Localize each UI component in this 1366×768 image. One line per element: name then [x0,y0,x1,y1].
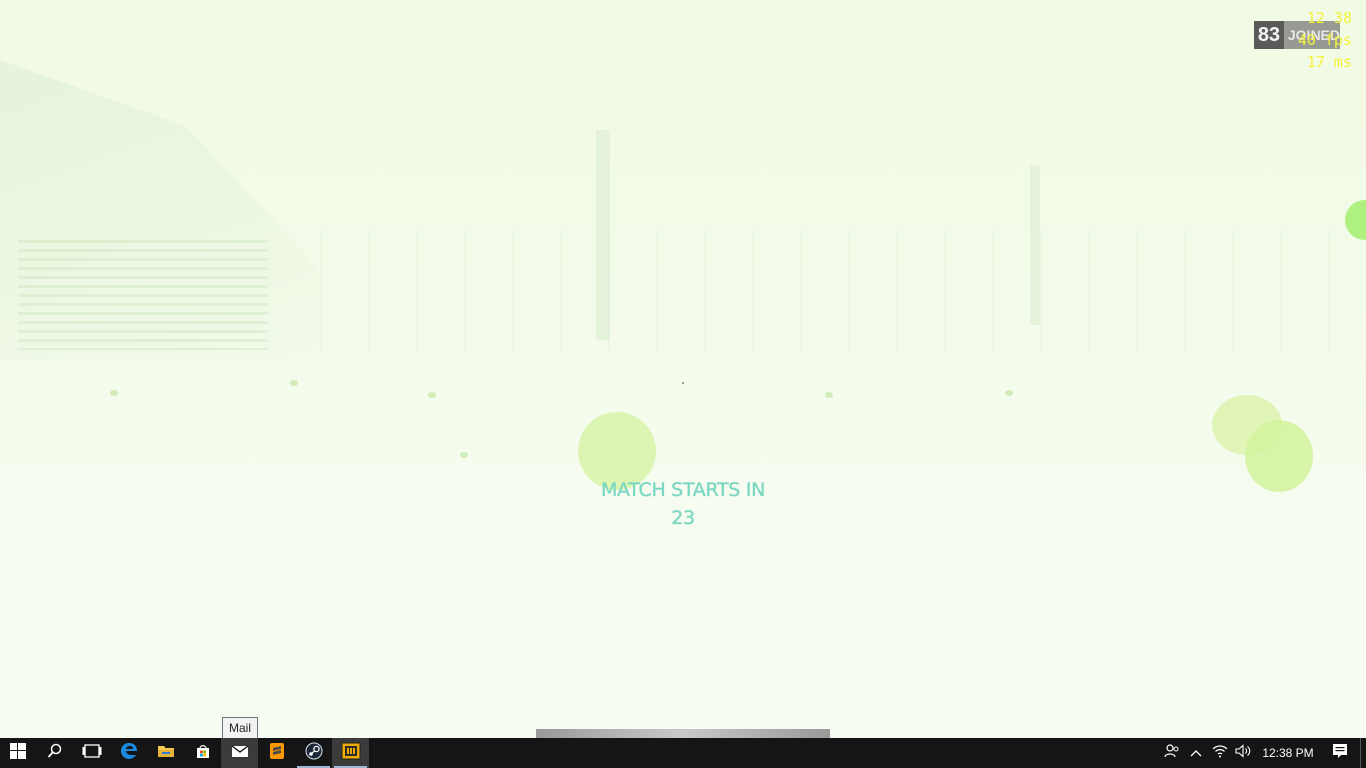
people-icon [1164,743,1180,764]
edge-button[interactable] [110,738,147,768]
sublime-button[interactable] [258,738,295,768]
search-button[interactable] [36,738,73,768]
game-viewport[interactable]: MATCH STARTS IN 23 83 JOINED 12 38 40 fp… [0,0,1366,738]
show-desktop-button[interactable] [1360,738,1366,768]
chevron-up-icon [1190,744,1202,762]
mail-button[interactable] [221,738,258,768]
mail-tooltip: Mail [222,717,259,739]
scene-tree [1245,420,1313,492]
scene-grass [110,390,118,396]
system-tray: 12:38 PM [1160,738,1366,768]
scene-light-pole [596,130,610,340]
performance-overlay: 12 38 40 fps 17 ms [1298,7,1352,73]
wifi-icon [1212,744,1228,763]
file-explorer-button[interactable] [147,738,184,768]
steam-button[interactable] [295,738,332,768]
players-count: 83 [1254,21,1284,49]
store-button[interactable] [184,738,221,768]
scene-grass [460,452,468,458]
search-icon [47,743,63,764]
pubg-button[interactable] [332,738,369,768]
pubg-icon [341,742,361,765]
action-center-button[interactable] [1320,738,1360,768]
scene-grass [1005,390,1013,396]
folder-icon [157,743,175,764]
mail-icon [231,744,249,763]
scene-grass [825,392,833,398]
network-button[interactable] [1208,738,1232,768]
people-button[interactable] [1160,738,1184,768]
task-view-button[interactable] [73,738,110,768]
volume-button[interactable] [1232,738,1256,768]
scene-grass [428,392,436,398]
scene-fence [320,230,1366,350]
match-banner-title: MATCH STARTS IN [600,479,766,501]
match-countdown: 23 [671,507,695,529]
steam-icon [305,742,323,765]
progress-fill [536,729,830,738]
store-icon [195,743,211,764]
taskbar-clock[interactable]: 12:38 PM [1256,746,1320,760]
speaker-icon [1235,743,1253,763]
scene-light-pole [1030,165,1040,325]
edge-icon [120,742,138,765]
start-button[interactable] [0,738,36,768]
match-start-banner: MATCH STARTS IN 23 [583,476,783,532]
scene-grass [290,380,298,386]
show-hidden-icons-button[interactable] [1184,738,1208,768]
windows-icon [10,742,26,764]
taskbar: 12:38 PM [0,738,1366,768]
sublime-icon [269,742,285,765]
task-view-icon [82,743,102,764]
overlay-fps: 40 fps [1297,31,1352,49]
overlay-clock: 12 38 [1306,9,1352,27]
overlay-latency: 17 ms [1306,53,1352,71]
notification-icon [1332,743,1348,764]
scene-bleacher-rows [18,240,268,350]
crosshair [682,382,684,384]
